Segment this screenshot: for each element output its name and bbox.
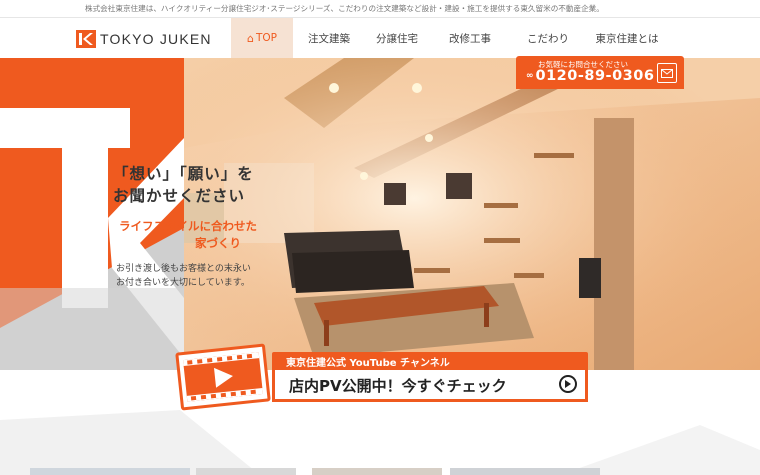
nav-label: 東京住建とは (595, 32, 659, 45)
nav-item-custom-build[interactable]: 注文建築 (293, 18, 365, 58)
nav-label: 注文建築 (308, 32, 350, 45)
home-icon: ⌂ (247, 31, 254, 45)
hero-subcatch: ライフスタイルに合わせた 家づくり (119, 218, 257, 252)
video-thumbnail (175, 343, 271, 411)
nav-label: TOP (255, 32, 277, 44)
nav-item-renovation[interactable]: 改修工事 (429, 18, 511, 58)
logo-mark-icon (76, 30, 96, 48)
arrow-right-circle-icon (559, 375, 577, 393)
site-header: TOKYO JUKEN ⌂ TOP 注文建築 分譲住宅 改修工事 こだわり 東京… (0, 18, 760, 58)
phone-link[interactable]: ∞ 0120-89-0306 (526, 68, 654, 84)
global-nav: ⌂ TOP 注文建築 分譲住宅 改修工事 こだわり 東京住建とは (231, 18, 669, 58)
nav-label: 改修工事 (449, 32, 491, 45)
youtube-cta[interactable]: 店内PV公開中！今すぐチェック (272, 370, 588, 402)
phone-number: 0120-89-0306 (535, 68, 655, 84)
nav-item-commitment[interactable]: こだわり (511, 18, 585, 58)
hero-photo (184, 58, 760, 370)
tk-letter-graphic (0, 58, 184, 370)
hero-body: お引き渡し後もお客様との末永い お付き合いを大切にしています。 (116, 262, 251, 290)
youtube-strip: 東京住建公式 YouTube チャンネル (272, 352, 588, 370)
mail-button[interactable] (657, 63, 677, 83)
nav-item-about[interactable]: 東京住建とは (585, 18, 669, 58)
hero-catch-line2: お聞かせください (113, 187, 246, 205)
nav-label: 分譲住宅 (376, 32, 418, 45)
hero-banner: 「想い」「願い」を お聞かせください ライフスタイルに合わせた 家づくり お引き… (0, 58, 760, 370)
hero-catch: 「想い」「願い」を お聞かせください (113, 163, 254, 207)
hero-sub-line1: ライフスタイルに合わせた (119, 219, 257, 233)
nav-item-houses-for-sale[interactable]: 分譲住宅 (365, 18, 429, 58)
hero-body-line2: お付き合いを大切にしています。 (116, 278, 250, 288)
play-icon (183, 352, 263, 402)
youtube-banner[interactable]: 東京住建公式 YouTube チャンネル 店内PV公開中！今すぐチェック (175, 343, 592, 411)
hero-sub-line2: 家づくり (195, 236, 241, 250)
freedial-icon: ∞ (526, 71, 533, 81)
hero-catch-line1: 「想い」「願い」を (113, 165, 254, 183)
youtube-channel-label: 東京住建公式 YouTube チャンネル (286, 358, 450, 369)
nav-label: こだわり (527, 32, 569, 45)
contact-box[interactable]: お気軽にお問合せください ∞ 0120-89-0306 (516, 56, 684, 89)
nav-item-top[interactable]: ⌂ TOP (231, 18, 293, 58)
mail-icon (661, 68, 673, 78)
youtube-cta-label: 店内PV公開中！今すぐチェック (289, 377, 507, 395)
site-logo[interactable]: TOKYO JUKEN (76, 30, 212, 48)
logo-text: TOKYO JUKEN (100, 31, 212, 47)
top-info-bar: 株式会社東京住建は、ハイクオリティー分譲住宅ジオ･ステージシリーズ、こだわりの注… (0, 0, 760, 18)
site-description: 株式会社東京住建は、ハイクオリティー分譲住宅ジオ･ステージシリーズ、こだわりの注… (85, 4, 604, 13)
hero-body-line1: お引き渡し後もお客様との末永い (116, 264, 251, 274)
